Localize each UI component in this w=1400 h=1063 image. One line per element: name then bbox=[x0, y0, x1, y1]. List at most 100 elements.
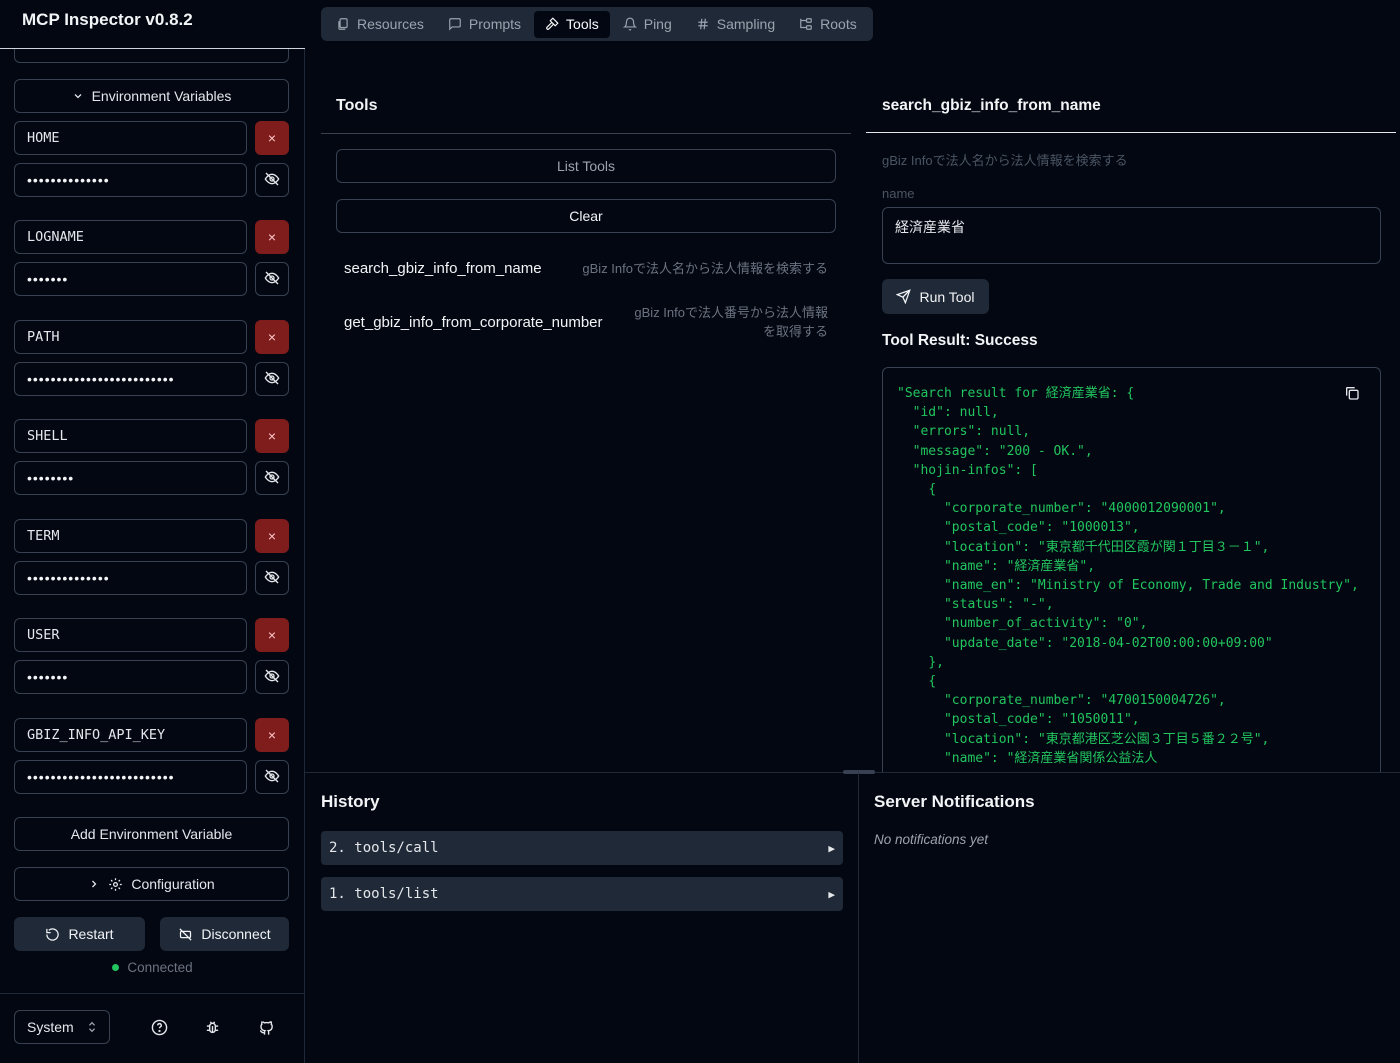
name-param-input[interactable]: 経済産業省 bbox=[882, 207, 1381, 264]
toggle-visibility-button[interactable] bbox=[255, 760, 289, 794]
eye-off-icon bbox=[264, 370, 280, 389]
disconnect-button[interactable]: Disconnect bbox=[160, 917, 289, 951]
tool-description: gBiz Infoで法人名から法人情報を検索する bbox=[582, 260, 828, 276]
env-vars-toggle-label: Environment Variables bbox=[91, 88, 232, 104]
delete-env-button[interactable]: × bbox=[255, 519, 289, 553]
env-value-input[interactable]: •••••••••••••• bbox=[14, 163, 247, 197]
tool-description-line: gBiz Infoで法人番号から法人情報 bbox=[634, 305, 828, 320]
env-key-input[interactable]: TERM bbox=[14, 519, 247, 553]
unplug-icon bbox=[179, 927, 192, 941]
tab-ping[interactable]: Ping bbox=[612, 11, 683, 38]
gear-icon bbox=[109, 877, 123, 891]
toggle-visibility-button[interactable] bbox=[255, 262, 289, 296]
tool-description-line: を取得する bbox=[762, 324, 828, 339]
toggle-visibility-button[interactable] bbox=[255, 362, 289, 396]
tab-label: Prompts bbox=[468, 16, 522, 32]
eye-off-icon bbox=[264, 668, 280, 687]
env-value-input[interactable]: •••••••••••••• bbox=[14, 561, 247, 595]
history-item-label: 2. tools/call bbox=[329, 840, 439, 856]
tool-list-item[interactable]: get_gbiz_info_from_corporate_number gBiz… bbox=[336, 301, 836, 343]
env-key-input[interactable]: LOGNAME bbox=[14, 220, 247, 254]
env-key-input[interactable]: PATH bbox=[14, 320, 247, 354]
tab-roots[interactable]: Roots bbox=[788, 11, 868, 38]
hash-icon bbox=[698, 18, 708, 30]
folder-tree-icon bbox=[800, 18, 812, 30]
history-item[interactable]: 1. tools/list ▶ bbox=[321, 877, 843, 911]
divider bbox=[321, 133, 851, 134]
selected-tool-title: search_gbiz_info_from_name bbox=[882, 97, 1101, 114]
tools-panel-title: Tools bbox=[336, 97, 378, 114]
env-value-input[interactable]: ••••••••••••••••••••••••• bbox=[14, 760, 247, 794]
eye-off-icon bbox=[264, 768, 280, 787]
delete-env-button[interactable]: × bbox=[255, 220, 289, 254]
app-title: MCP Inspector v0.8.2 bbox=[22, 10, 193, 29]
history-item[interactable]: 2. tools/call ▶ bbox=[321, 831, 843, 865]
tab-bar: Resources Prompts Tools Ping Sampling Ro… bbox=[321, 7, 873, 41]
param-label: name bbox=[882, 186, 915, 201]
tool-list-item[interactable]: search_gbiz_info_from_name gBiz Infoで法人名… bbox=[336, 255, 836, 281]
resize-handle[interactable] bbox=[843, 770, 875, 774]
env-value-input[interactable]: ••••••• bbox=[14, 262, 247, 296]
chevron-down-icon bbox=[74, 94, 82, 99]
delete-env-button[interactable]: × bbox=[255, 320, 289, 354]
delete-env-button[interactable]: × bbox=[255, 618, 289, 652]
eye-off-icon bbox=[264, 171, 280, 190]
sidebar-footer: System bbox=[0, 993, 305, 1063]
github-icon[interactable] bbox=[255, 1016, 277, 1038]
notifications-title: Server Notifications bbox=[874, 792, 1035, 811]
tab-tools[interactable]: Tools bbox=[534, 10, 610, 38]
tab-prompts[interactable]: Prompts bbox=[437, 11, 532, 38]
env-value-input[interactable]: •••••••• bbox=[14, 461, 247, 495]
tool-result-output[interactable]: "Search result for 経済産業省: { "id": null, … bbox=[882, 367, 1381, 772]
list-tools-button[interactable]: List Tools bbox=[336, 149, 836, 183]
selected-tool-description: gBiz Infoで法人名から法人情報を検索する bbox=[882, 153, 1128, 168]
toggle-visibility-button[interactable] bbox=[255, 561, 289, 595]
tab-label: Sampling bbox=[716, 16, 776, 32]
tool-name: search_gbiz_info_from_name bbox=[344, 259, 542, 277]
notifications-empty-text: No notifications yet bbox=[874, 832, 989, 847]
help-icon[interactable] bbox=[148, 1016, 170, 1038]
restart-label: Restart bbox=[68, 926, 114, 942]
history-title: History bbox=[321, 792, 380, 811]
delete-env-button[interactable]: × bbox=[255, 121, 289, 155]
configuration-toggle[interactable]: Configuration bbox=[14, 867, 289, 901]
delete-env-button[interactable]: × bbox=[255, 419, 289, 453]
env-key-input[interactable]: HOME bbox=[14, 121, 247, 155]
toggle-visibility-button[interactable] bbox=[255, 163, 289, 197]
theme-select[interactable]: System bbox=[14, 1010, 110, 1044]
chevron-right-icon bbox=[92, 880, 97, 888]
clear-button[interactable]: Clear bbox=[336, 199, 836, 233]
delete-env-button[interactable]: × bbox=[255, 718, 289, 752]
rotate-ccw-icon bbox=[46, 927, 60, 941]
bug-icon[interactable] bbox=[201, 1016, 223, 1038]
connection-status: Connected bbox=[0, 960, 305, 975]
toggle-visibility-button[interactable] bbox=[255, 461, 289, 495]
tool-result-title: Tool Result: Success bbox=[882, 332, 1038, 349]
tab-label: Ping bbox=[643, 16, 672, 32]
env-value-input[interactable]: ••••••• bbox=[14, 660, 247, 694]
restart-button[interactable]: Restart bbox=[14, 917, 145, 951]
tool-result-json: "Search result for 経済産業省: { "id": null, … bbox=[897, 386, 1359, 766]
env-value-input[interactable]: ••••••••••••••••••••••••• bbox=[14, 362, 247, 396]
add-env-var-button[interactable]: Add Environment Variable bbox=[14, 817, 289, 851]
env-key-input[interactable]: GBIZ_INFO_API_KEY bbox=[14, 718, 247, 752]
env-key-input[interactable]: SHELL bbox=[14, 419, 247, 453]
run-tool-button[interactable]: Run Tool bbox=[882, 279, 989, 314]
eye-off-icon bbox=[264, 270, 280, 289]
status-dot bbox=[112, 964, 120, 971]
files-icon bbox=[338, 18, 348, 30]
send-icon bbox=[896, 289, 912, 304]
copy-icon[interactable] bbox=[1344, 385, 1362, 403]
hammer-icon bbox=[546, 17, 559, 30]
add-env-var-label: Add Environment Variable bbox=[70, 826, 233, 842]
env-vars-toggle[interactable]: Environment Variables bbox=[14, 79, 289, 113]
env-key-input[interactable]: USER bbox=[14, 618, 247, 652]
configuration-label: Configuration bbox=[131, 876, 215, 892]
sidebar-header: MCP Inspector v0.8.2 bbox=[0, 0, 305, 49]
tab-resources[interactable]: Resources bbox=[325, 11, 435, 38]
toggle-visibility-button[interactable] bbox=[255, 660, 289, 694]
tab-sampling[interactable]: Sampling bbox=[685, 11, 786, 38]
tool-description: gBiz Infoで法人番号から法人情報 を取得する bbox=[634, 303, 828, 341]
sidebar-scroll-area[interactable]: /Users/... Environment Variables HOME × … bbox=[0, 0, 305, 992]
theme-select-value: System bbox=[27, 1019, 74, 1035]
